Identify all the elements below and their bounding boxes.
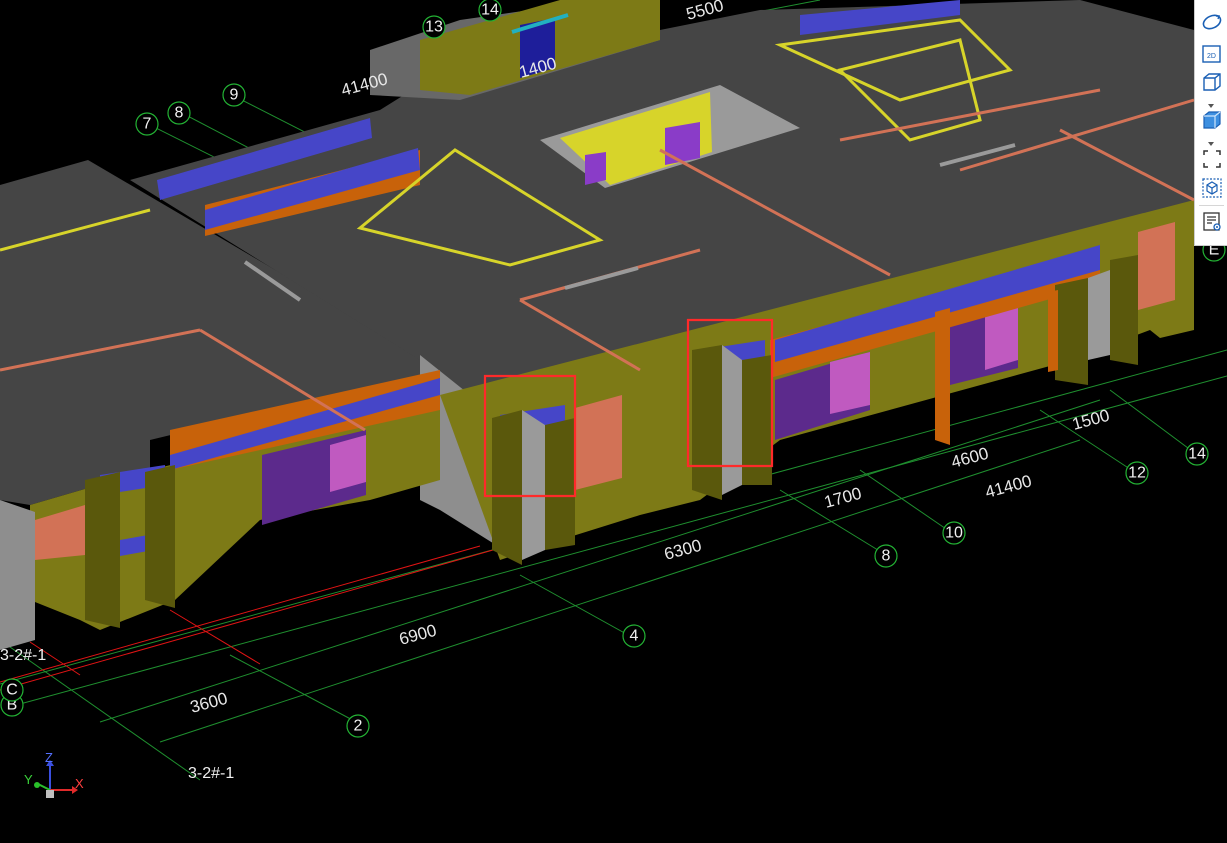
gray-column-2 (722, 345, 742, 495)
axis-bubble[interactable]: 2 (346, 714, 370, 738)
floor-label: 3-2#-1 (188, 765, 234, 782)
lightwell-purple-2 (665, 122, 700, 165)
olive-column-5 (85, 472, 120, 628)
gray-column-3 (1088, 270, 1110, 360)
axis-bubble[interactable]: 12 (1125, 461, 1149, 485)
olive-column-7 (1055, 278, 1088, 385)
olive-column-3 (692, 345, 722, 500)
dimension-label: 4600 (949, 444, 990, 472)
dimension-label: 41400 (983, 471, 1034, 502)
gray-column-1 (522, 410, 545, 560)
properties-list-icon (1202, 212, 1221, 231)
3d-wireframe-button[interactable] (1199, 70, 1224, 94)
olive-column-1 (492, 410, 522, 565)
orange-column-2 (1048, 290, 1058, 372)
2d-view-icon: 2D (1201, 45, 1221, 63)
lightwell-purple (585, 152, 606, 185)
building-model[interactable] (0, 0, 1195, 650)
dimension-label: 6900 (397, 621, 438, 649)
salmon-infill-2 (1138, 222, 1175, 310)
axis-bubble[interactable]: 7 (135, 112, 159, 136)
toolbar-separator (1199, 205, 1224, 206)
triad-z-label: Z (45, 750, 53, 765)
dimension-label: 6300 (662, 536, 703, 564)
olive-column-2 (545, 418, 575, 550)
svg-text:13: 13 (425, 19, 443, 36)
dimension-label: 3600 (188, 689, 229, 717)
svg-text:9: 9 (230, 87, 239, 104)
fullscreen-icon (1202, 150, 1221, 168)
svg-text:14: 14 (481, 2, 499, 19)
view-mode-dropdown[interactable] (1206, 97, 1216, 108)
pink-highlight-1 (330, 435, 366, 492)
svg-text:4: 4 (630, 628, 639, 645)
3d-solid-button[interactable] (1199, 108, 1224, 132)
svg-text:14: 14 (1188, 446, 1206, 463)
svg-text:8: 8 (882, 548, 891, 565)
3d-wireframe-icon (1202, 73, 1221, 91)
axis-bubble[interactable]: 8 (167, 101, 191, 125)
properties-button[interactable] (1199, 210, 1224, 234)
floor-label: 3-2#-1 (0, 647, 46, 664)
dimension-label: 1500 (1070, 406, 1111, 434)
fullscreen-button[interactable] (1199, 147, 1224, 171)
pink-highlight-2 (830, 352, 870, 414)
axis-bubble[interactable]: 4 (622, 624, 646, 648)
svg-text:7: 7 (143, 116, 152, 133)
axis-bubble[interactable]: 14 (1185, 442, 1209, 466)
axis-bubble[interactable]: 9 (222, 83, 246, 107)
triad-y-label: Y (24, 772, 33, 787)
orange-column-1 (935, 308, 950, 445)
triad-x-label: X (75, 776, 84, 791)
axis-triad: Z Y X (20, 750, 90, 804)
svg-text:2: 2 (354, 718, 363, 735)
svg-text:8: 8 (175, 105, 184, 122)
axis-bubble[interactable]: C (0, 678, 24, 702)
gray-edge-left (0, 500, 35, 650)
3d-model-viewport[interactable]: 5500 41400 6300 6900 3600 1700 4600 4140… (0, 0, 1227, 843)
2d-view-button[interactable]: 2D (1199, 42, 1224, 66)
svg-text:10: 10 (945, 525, 963, 542)
axis-bubble[interactable]: 14 (478, 0, 502, 22)
render-mode-dropdown[interactable] (1206, 135, 1216, 146)
olive-column-8 (1110, 255, 1138, 365)
component-cube-icon (1201, 178, 1222, 198)
component-view-button[interactable] (1199, 176, 1224, 200)
axis-bubble[interactable]: 13 (422, 15, 446, 39)
axis-bubble[interactable]: 8 (874, 544, 898, 568)
svg-text:C: C (6, 682, 18, 699)
3d-solid-icon (1202, 111, 1221, 129)
rotate-view-icon (1202, 14, 1221, 30)
view-toolbar: 2D (1194, 0, 1227, 246)
rotate-view-button[interactable] (1199, 10, 1224, 34)
salmon-infill-1 (575, 395, 622, 490)
axis-bubble[interactable]: 10 (942, 521, 966, 545)
svg-text:2D: 2D (1207, 53, 1216, 60)
olive-column-6 (145, 465, 175, 608)
svg-text:12: 12 (1128, 465, 1146, 482)
